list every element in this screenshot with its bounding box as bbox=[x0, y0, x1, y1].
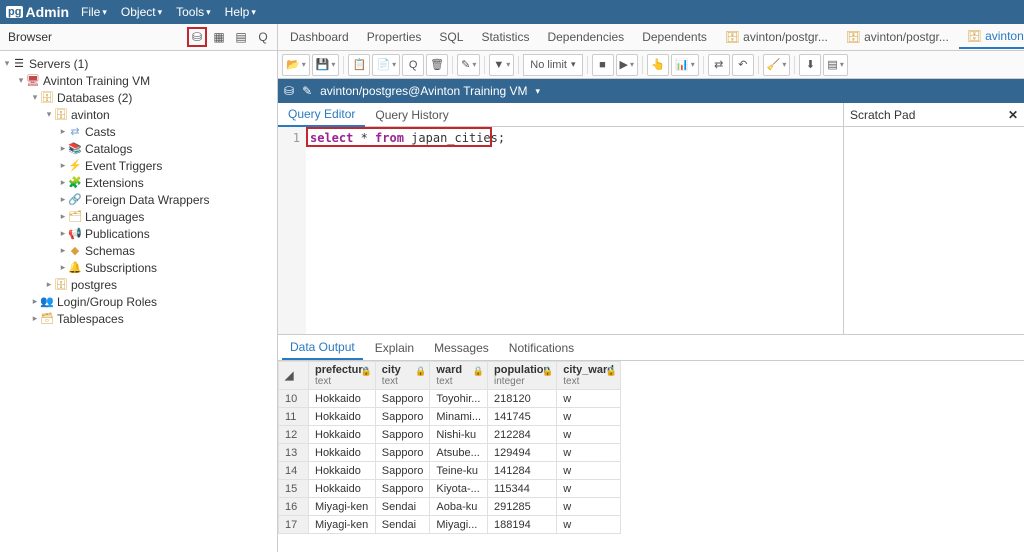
output-tabs: Data Output Explain Messages Notificatio… bbox=[278, 335, 1024, 361]
tree-casts[interactable]: ▸⇄Casts bbox=[0, 123, 277, 140]
lock-icon: 🔒 bbox=[361, 366, 372, 377]
tab-statistics[interactable]: Statistics bbox=[473, 26, 537, 48]
table-row[interactable]: 14HokkaidoSapporoTeine-ku141284w bbox=[279, 462, 621, 480]
query-history-tab[interactable]: Query History bbox=[365, 104, 458, 126]
column-header[interactable]: prefecturetext🔒 bbox=[309, 362, 376, 390]
tree-server[interactable]: ▾🖥Avinton Training VM bbox=[0, 72, 277, 89]
output-tab-messages[interactable]: Messages bbox=[426, 337, 497, 359]
table-row[interactable]: 11HokkaidoSapporoMinami...141745w bbox=[279, 408, 621, 426]
browser-panel: Browser ⛁ ▦ ▤ Q ▾☰Servers (1) ▾🖥Avinton … bbox=[0, 24, 278, 552]
execute-button[interactable]: ▶ bbox=[616, 54, 638, 76]
tree-subscriptions[interactable]: ▸🔔Subscriptions bbox=[0, 259, 277, 276]
browser-title: Browser bbox=[8, 30, 52, 44]
search-objects-button[interactable]: Q bbox=[253, 27, 273, 47]
tab-properties[interactable]: Properties bbox=[359, 26, 430, 48]
explain-analyze-button[interactable]: 📊 bbox=[671, 54, 699, 76]
query-editor-tab[interactable]: Query Editor bbox=[278, 103, 365, 127]
table-row[interactable]: 10HokkaidoSapporoToyohir...218120w bbox=[279, 390, 621, 408]
commit-button[interactable]: ⇄ bbox=[708, 54, 730, 76]
clear-button[interactable]: 🧹 bbox=[763, 54, 791, 76]
column-header[interactable]: citytext🔒 bbox=[375, 362, 430, 390]
query-tool-button[interactable]: ⛁ bbox=[187, 27, 207, 47]
open-file-button[interactable]: 📂 bbox=[282, 54, 310, 76]
app-logo: pgAdmin bbox=[6, 4, 69, 20]
table-row[interactable]: 16Miyagi-kenSendaiAoba-ku291285w bbox=[279, 498, 621, 516]
tab-sql[interactable]: SQL bbox=[431, 26, 471, 48]
tree-languages[interactable]: ▸🗂Languages bbox=[0, 208, 277, 225]
column-header[interactable]: city_wardtext🔒 bbox=[557, 362, 621, 390]
scratch-close-button[interactable]: ✕ bbox=[1008, 108, 1018, 122]
main-menu: File▾ Object▾ Tools▾ Help▾ bbox=[81, 5, 256, 19]
table-row[interactable]: 17Miyagi-kenSendaiMiyagi...188194w bbox=[279, 516, 621, 534]
menu-tools[interactable]: Tools▾ bbox=[176, 5, 211, 19]
find-button[interactable]: Q bbox=[402, 54, 424, 76]
output-tab-notifications[interactable]: Notifications bbox=[501, 337, 582, 359]
explain-button[interactable]: 👆 bbox=[647, 54, 669, 76]
tree-extensions[interactable]: ▸🧩Extensions bbox=[0, 174, 277, 191]
table-row[interactable]: 15HokkaidoSapporoKiyota-...115344w bbox=[279, 480, 621, 498]
scratch-title: Scratch Pad bbox=[850, 108, 915, 122]
tree-tablespaces[interactable]: ▸🗃Tablespaces bbox=[0, 310, 277, 327]
scratch-pad: Scratch Pad ✕ bbox=[844, 103, 1024, 334]
edit-button[interactable]: ✎ bbox=[457, 54, 480, 76]
main-tabs: Dashboard Properties SQL Statistics Depe… bbox=[278, 24, 1024, 51]
filter-button[interactable]: ▼ bbox=[489, 54, 514, 76]
view-data-button[interactable]: ▦ bbox=[209, 27, 229, 47]
tree-roles[interactable]: ▸👥Login/Group Roles bbox=[0, 293, 277, 310]
line-number: 1 bbox=[278, 131, 300, 145]
tree-databases[interactable]: ▾🗄Databases (2) bbox=[0, 89, 277, 106]
tree-fdw[interactable]: ▸🔗Foreign Data Wrappers bbox=[0, 191, 277, 208]
tree-db-avinton[interactable]: ▾🗄avinton bbox=[0, 106, 277, 123]
copy-button[interactable]: 📋 bbox=[348, 54, 370, 76]
tab-query-1[interactable]: 🗄avinton/postgr... bbox=[717, 26, 836, 48]
paste-button[interactable]: 📄 bbox=[372, 54, 400, 76]
tab-dependencies[interactable]: Dependencies bbox=[539, 26, 632, 48]
column-header[interactable]: wardtext🔒 bbox=[430, 362, 488, 390]
output-tab-explain[interactable]: Explain bbox=[367, 337, 422, 359]
query-toolbar: 📂 💾 📋 📄 Q 🗑 ✎ ▼ No limit▾ ■ ▶ 👆 📊 ⇄ ↶ 🧹 bbox=[278, 51, 1024, 79]
lock-icon: 🔒 bbox=[606, 366, 617, 377]
lock-icon: 🔒 bbox=[473, 366, 484, 377]
rollback-button[interactable]: ↶ bbox=[732, 54, 754, 76]
lock-icon: 🔒 bbox=[542, 366, 553, 377]
filter-rows-button[interactable]: ▤ bbox=[231, 27, 251, 47]
object-tree[interactable]: ▾☰Servers (1) ▾🖥Avinton Training VM ▾🗄Da… bbox=[0, 51, 277, 552]
scratch-body[interactable] bbox=[844, 127, 1024, 334]
output-tab-data[interactable]: Data Output bbox=[282, 336, 363, 360]
table-row[interactable]: 13HokkaidoSapporoAtsube...129494w bbox=[279, 444, 621, 462]
tab-query-2[interactable]: 🗄avinton/postgr... bbox=[838, 26, 957, 48]
app-header: pgAdmin File▾ Object▾ Tools▾ Help▾ bbox=[0, 0, 1024, 24]
tab-dashboard[interactable]: Dashboard bbox=[282, 26, 357, 48]
grid-corner[interactable]: ◢ bbox=[279, 362, 309, 390]
new-connection-icon[interactable]: ✎ bbox=[302, 84, 312, 98]
tree-publications[interactable]: ▸📢Publications bbox=[0, 225, 277, 242]
menu-object[interactable]: Object▾ bbox=[121, 5, 162, 19]
save-button[interactable]: 💾 bbox=[312, 54, 340, 76]
connection-status-icon[interactable]: ⛁ bbox=[284, 84, 294, 98]
tab-dependents[interactable]: Dependents bbox=[634, 26, 715, 48]
tree-servers[interactable]: ▾☰Servers (1) bbox=[0, 55, 277, 72]
result-grid[interactable]: ◢prefecturetext🔒citytext🔒wardtext🔒popula… bbox=[278, 361, 1024, 552]
table-row[interactable]: 12HokkaidoSapporoNishi-ku212284w bbox=[279, 426, 621, 444]
sql-editor[interactable]: 1 select * from japan_cities; bbox=[278, 127, 843, 334]
limit-selector[interactable]: No limit▾ bbox=[523, 54, 582, 76]
stop-button[interactable]: ■ bbox=[592, 54, 614, 76]
macros-button[interactable]: ▤ bbox=[823, 54, 847, 76]
menu-help[interactable]: Help▾ bbox=[225, 5, 256, 19]
lock-icon: 🔒 bbox=[415, 366, 426, 377]
tree-event-triggers[interactable]: ▸⚡Event Triggers bbox=[0, 157, 277, 174]
tree-schemas[interactable]: ▸◆Schemas bbox=[0, 242, 277, 259]
menu-file[interactable]: File▾ bbox=[81, 5, 107, 19]
column-header[interactable]: populationinteger🔒 bbox=[488, 362, 557, 390]
connection-bar: ⛁ ✎ avinton/postgres@Avinton Training VM… bbox=[278, 79, 1024, 103]
delete-row-button[interactable]: 🗑 bbox=[426, 54, 448, 76]
tab-query-3[interactable]: 🗄avinton/postgres@A bbox=[959, 25, 1024, 49]
tree-catalogs[interactable]: ▸📚Catalogs bbox=[0, 140, 277, 157]
download-button[interactable]: ⬇ bbox=[799, 54, 821, 76]
connection-path[interactable]: avinton/postgres@Avinton Training VM bbox=[320, 84, 527, 98]
tree-db-postgres[interactable]: ▸🗄postgres bbox=[0, 276, 277, 293]
